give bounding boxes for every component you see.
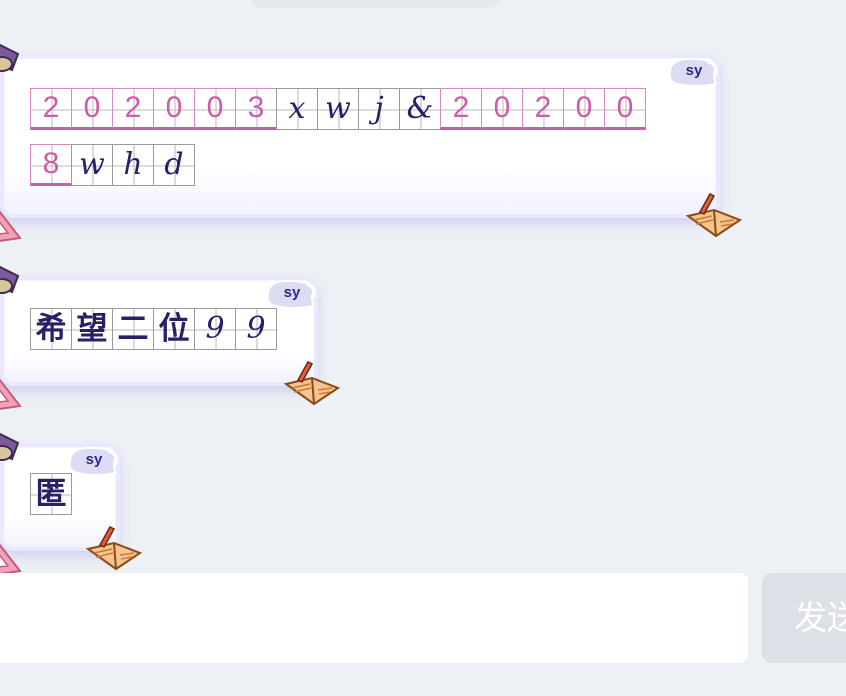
glyph-cell: 0	[71, 88, 113, 130]
ruler-icon	[0, 543, 22, 575]
message-line-1: 匿	[30, 473, 72, 515]
glyph-cell: 9	[235, 308, 277, 350]
glyph-cell: 2	[112, 88, 154, 130]
glyph-cell: &	[399, 88, 441, 130]
sender-tag-label: sy	[283, 284, 301, 301]
book-pencil-icon	[283, 361, 341, 406]
glyph-cell: 二	[112, 308, 154, 350]
glyph-cell: 位	[153, 308, 195, 350]
message-bubble[interactable]: sy 希 望 二 位 9 9	[0, 265, 341, 410]
glyph-cell: 匿	[30, 473, 72, 515]
glyph-cell: 3	[235, 88, 277, 130]
ruler-icon	[0, 378, 22, 410]
binder-clip-icon	[0, 265, 20, 294]
binder-clip-icon	[0, 43, 20, 72]
glyph-cell: 0	[481, 88, 523, 130]
glyph-cell: 望	[71, 308, 113, 350]
glyph-cell: 0	[604, 88, 646, 130]
glyph-cell: w	[71, 144, 113, 186]
glyph-cell: 9	[194, 308, 236, 350]
message-line-1: 希 望 二 位 9 9	[30, 308, 277, 350]
book-pencil-icon	[685, 193, 743, 238]
ruler-icon	[0, 210, 22, 242]
sender-tag-label: sy	[685, 62, 703, 79]
glyph-cell: x	[276, 88, 318, 130]
glyph-cell: 2	[522, 88, 564, 130]
book-pencil-icon	[85, 526, 143, 571]
glyph-cell: 0	[563, 88, 605, 130]
glyph-cell: 0	[153, 88, 195, 130]
send-button[interactable]: 发送	[762, 573, 846, 663]
glyph-cell: 2	[440, 88, 482, 130]
sender-tag-label: sy	[85, 451, 103, 468]
glyph-cell: d	[153, 144, 195, 186]
message-input[interactable]	[0, 573, 748, 663]
glyph-cell: 0	[194, 88, 236, 130]
glyph-cell: j	[358, 88, 400, 130]
previous-message-edge	[250, 0, 500, 8]
glyph-cell: 2	[30, 88, 72, 130]
sender-tag: sy	[664, 54, 720, 90]
message-bubble[interactable]: sy 2 0 2 0 0 3 x w j & 2 0 2 0 0 8 w h d	[0, 43, 743, 242]
glyph-cell: 希	[30, 308, 72, 350]
sender-tag: sy	[262, 276, 318, 312]
glyph-cell: w	[317, 88, 359, 130]
glyph-cell: h	[112, 144, 154, 186]
message-line-1: 2 0 2 0 0 3 x w j & 2 0 2 0 0	[30, 88, 646, 130]
message-line-2: 8 w h d	[30, 144, 195, 186]
binder-clip-icon	[0, 432, 20, 461]
message-bubble[interactable]: sy 匿	[0, 432, 143, 575]
sender-tag: sy	[64, 443, 120, 479]
glyph-cell: 8	[30, 144, 72, 186]
